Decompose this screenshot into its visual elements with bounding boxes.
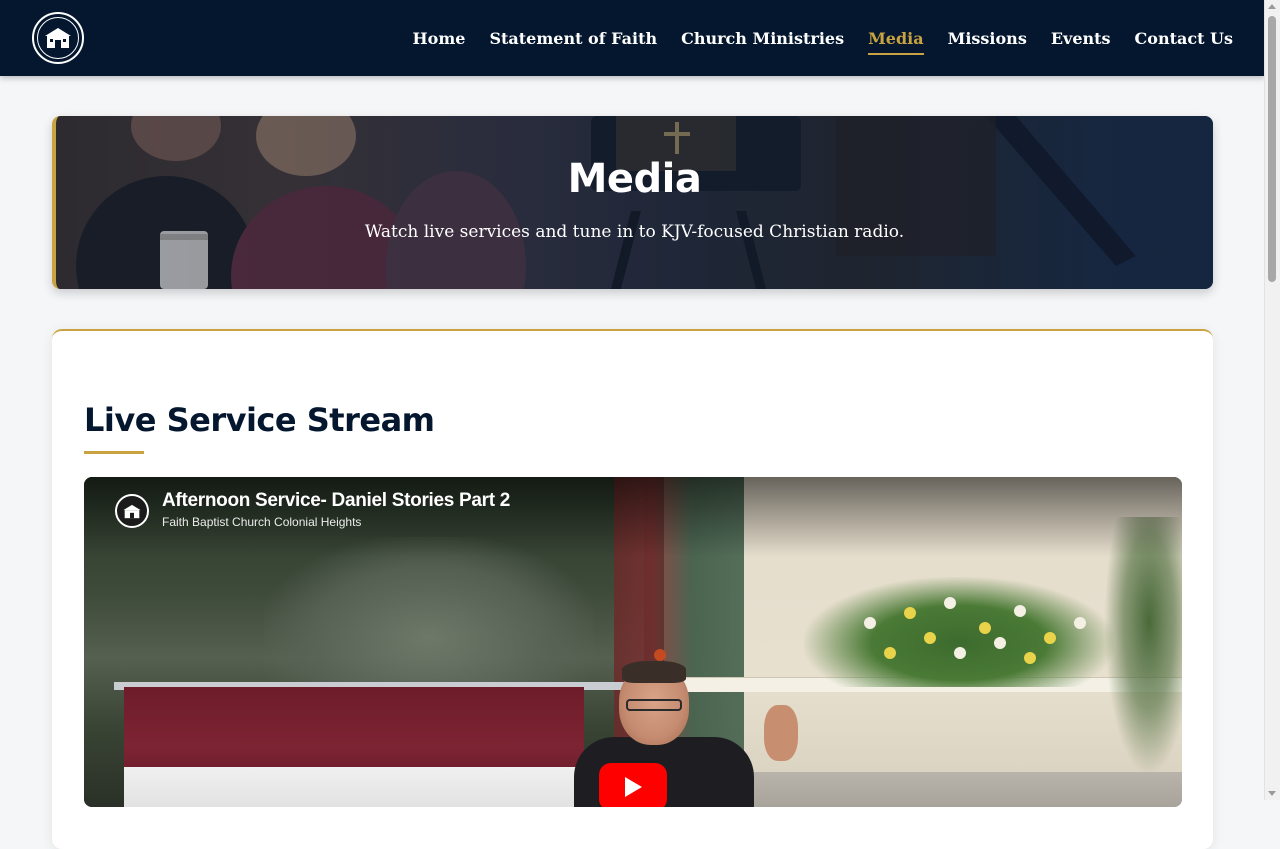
page-scrollbar[interactable] <box>1264 0 1280 800</box>
nav-link-media[interactable]: Media <box>868 23 924 55</box>
play-button[interactable] <box>599 763 667 807</box>
channel-avatar-icon[interactable] <box>115 494 149 528</box>
nav-link-contact-us[interactable]: Contact Us <box>1135 23 1233 54</box>
video-title[interactable]: Afternoon Service- Daniel Stories Part 2 <box>162 490 510 512</box>
video-frame-microphone <box>654 649 666 661</box>
nav-link-home[interactable]: Home <box>413 23 466 54</box>
hero-banner: Media Watch live services and tune in to… <box>52 116 1213 289</box>
scroll-up-arrow-icon[interactable] <box>1268 4 1276 9</box>
hero-overlay <box>56 116 1213 289</box>
play-icon <box>625 777 642 797</box>
section-title: Live Service Stream <box>84 401 435 439</box>
main-nav: Home Statement of Faith Church Ministrie… <box>413 0 1233 76</box>
nav-link-events[interactable]: Events <box>1051 23 1111 54</box>
video-frame-flowers <box>804 577 1114 687</box>
site-logo[interactable] <box>32 12 84 64</box>
scroll-down-arrow-icon[interactable] <box>1268 791 1276 796</box>
church-icon <box>37 17 79 59</box>
page-title: Media <box>567 156 702 202</box>
scrollbar-thumb[interactable] <box>1268 16 1276 282</box>
video-frame-speaker <box>554 661 814 807</box>
video-player[interactable]: Afternoon Service- Daniel Stories Part 2… <box>84 477 1182 807</box>
video-channel-name[interactable]: Faith Baptist Church Colonial Heights <box>162 515 361 529</box>
site-header: Home Statement of Faith Church Ministrie… <box>0 0 1265 76</box>
video-frame-altar <box>124 767 594 807</box>
hero-subtitle: Watch live services and tune in to KJV-f… <box>364 222 905 242</box>
nav-link-missions[interactable]: Missions <box>948 23 1027 54</box>
nav-link-church-ministries[interactable]: Church Ministries <box>681 23 844 54</box>
title-underline <box>84 451 144 454</box>
nav-link-statement-of-faith[interactable]: Statement of Faith <box>489 23 657 54</box>
